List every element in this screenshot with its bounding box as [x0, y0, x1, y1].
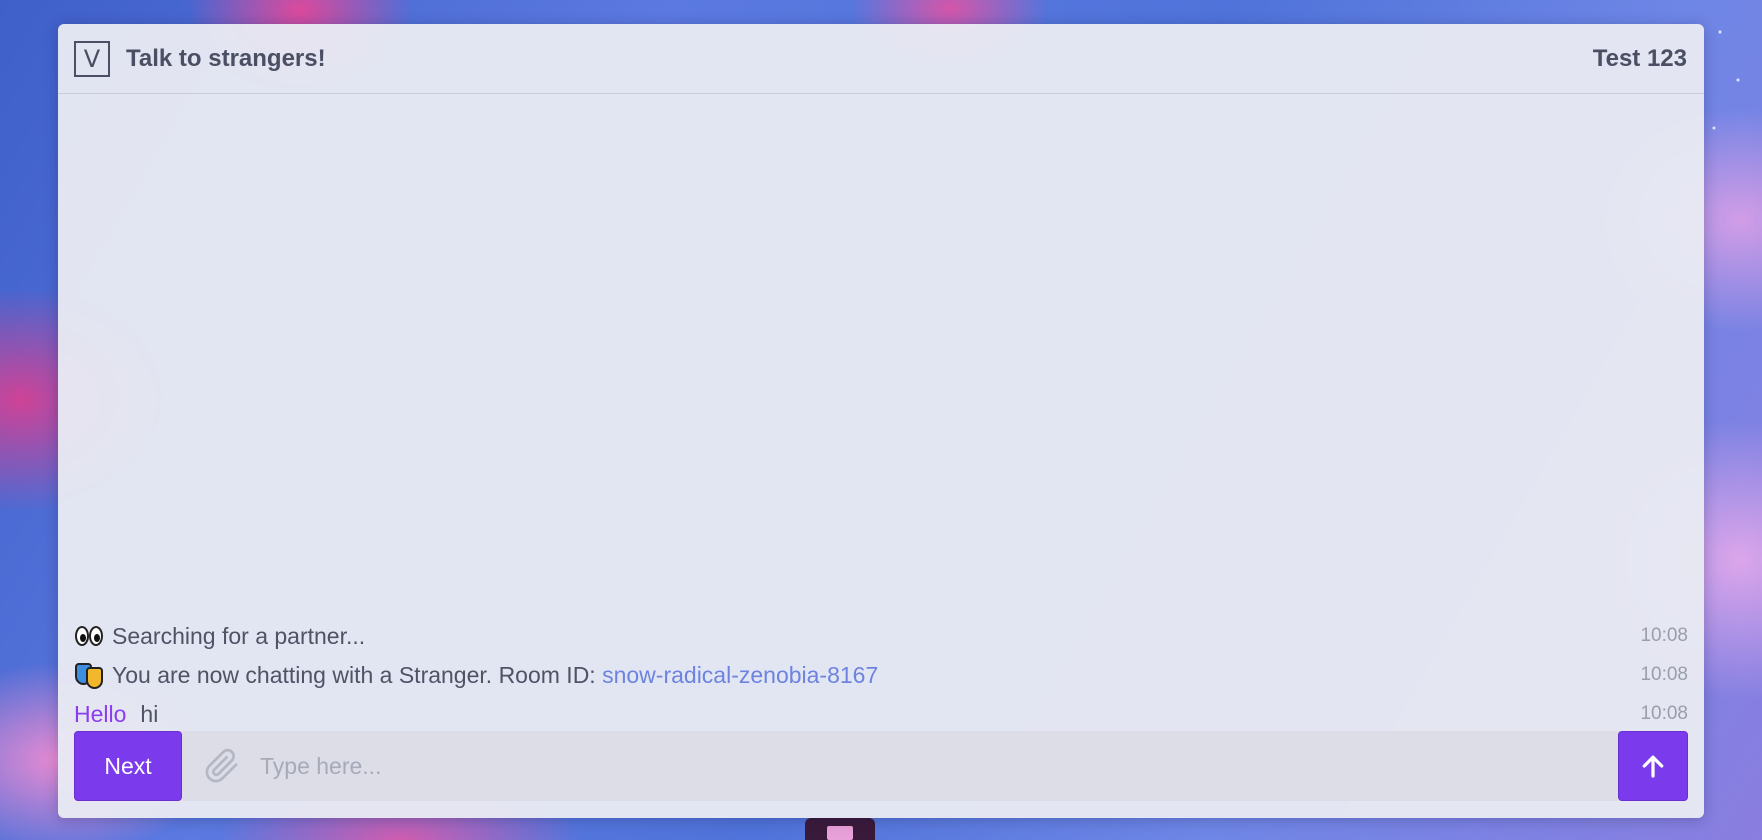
message-time: 10:08	[1640, 703, 1688, 724]
next-button[interactable]: Next	[74, 731, 182, 801]
composer: Next	[74, 731, 1688, 801]
send-button[interactable]	[1618, 731, 1688, 801]
message-text: You are now chatting with a Stranger. Ro…	[112, 661, 596, 688]
paperclip-icon[interactable]	[204, 748, 240, 784]
background-decoration	[1702, 0, 1762, 160]
sender-name[interactable]: Hello	[74, 701, 126, 728]
chat-message: Hello hi 10:08	[74, 696, 1688, 732]
message-list: Searching for a partner... 10:08 You are…	[58, 95, 1704, 735]
header: V Talk to strangers! Test 123	[58, 24, 1704, 94]
message-input[interactable]	[260, 731, 1618, 801]
masks-icon	[74, 660, 104, 690]
message-text: hi	[140, 700, 159, 727]
room-id-link[interactable]: snow-radical-zenobia-8167	[602, 662, 878, 689]
logo[interactable]: V	[74, 40, 110, 77]
arrow-up-icon	[1642, 755, 1664, 778]
message-time: 10:08	[1640, 664, 1688, 685]
username[interactable]: Test 123	[1593, 45, 1687, 73]
brand: V Talk to strangers!	[74, 40, 326, 77]
lamp-decoration	[805, 818, 875, 840]
message-time: 10:08	[1640, 625, 1688, 646]
system-message: You are now chatting with a Stranger. Ro…	[74, 657, 1688, 693]
message-text: Searching for a partner...	[112, 622, 366, 649]
eyes-icon	[74, 621, 104, 651]
chat-window: V Talk to strangers! Test 123 Searching …	[58, 24, 1704, 818]
system-message: Searching for a partner... 10:08	[74, 618, 1688, 654]
page-title: Talk to strangers!	[126, 44, 326, 72]
